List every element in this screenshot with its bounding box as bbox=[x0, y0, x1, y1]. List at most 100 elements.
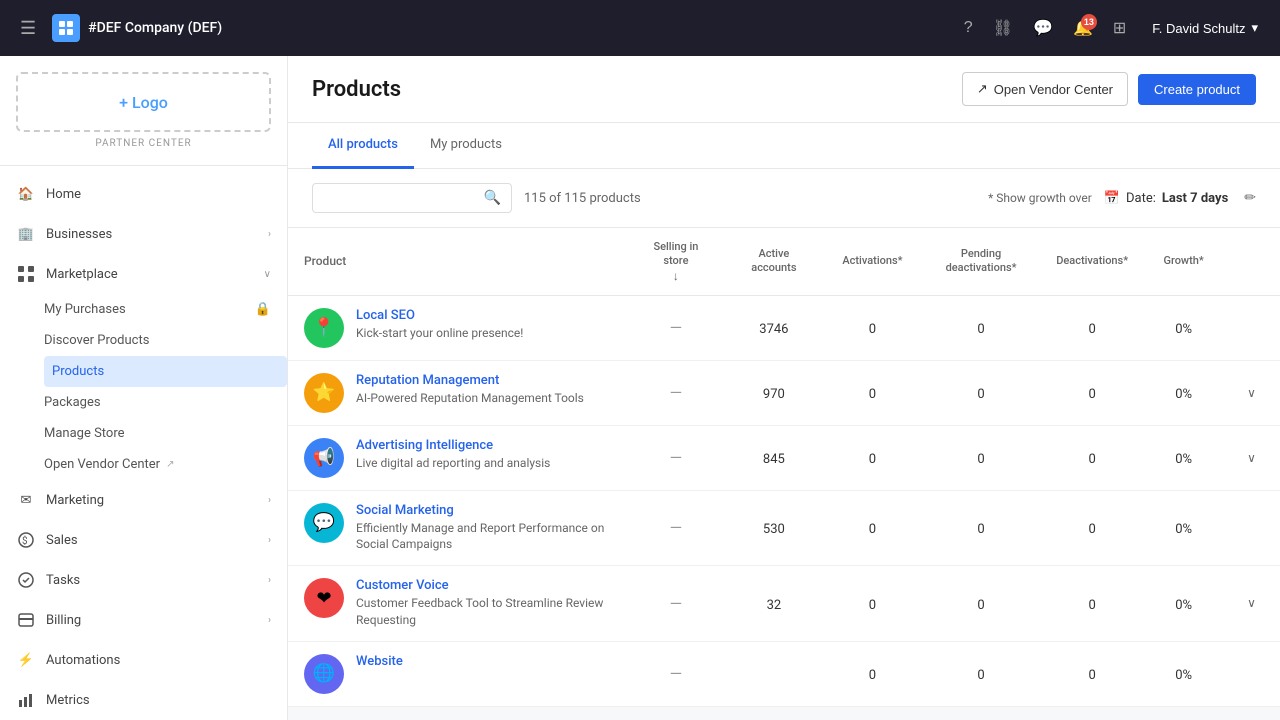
deactivations-local-seo: 0 bbox=[1040, 295, 1144, 360]
marketing-chevron-icon: › bbox=[268, 495, 271, 506]
create-product-button[interactable]: Create product bbox=[1138, 74, 1256, 105]
help-button[interactable]: ? bbox=[956, 11, 981, 45]
products-count: 115 of 115 products bbox=[524, 191, 976, 206]
sales-icon: $ bbox=[16, 530, 36, 550]
activations-advertising-intelligence: 0 bbox=[823, 425, 922, 490]
search-input[interactable] bbox=[323, 191, 484, 206]
packages-label: Packages bbox=[44, 395, 101, 410]
main-layout: + Logo PARTNER CENTER 🏠 Home 🏢 Businesse… bbox=[0, 56, 1280, 720]
product-cell-reputation-management: ⭐ Reputation Management AI-Powered Reput… bbox=[288, 360, 627, 425]
product-name-reputation-management[interactable]: Reputation Management bbox=[356, 373, 584, 388]
manage-store-label: Manage Store bbox=[44, 426, 125, 441]
active-accounts-customer-voice: 32 bbox=[725, 566, 823, 642]
tab-all-products-label: All products bbox=[328, 137, 398, 152]
deactivations-reputation-management: 0 bbox=[1040, 360, 1144, 425]
product-cell-website: 🌐 Website bbox=[288, 641, 627, 706]
table-row: 🌐 Website — 0 0 0 0% bbox=[288, 641, 1280, 706]
sidebar-item-metrics[interactable]: Metrics bbox=[0, 680, 287, 720]
products-toolbar: 🔍 115 of 115 products * Show growth over… bbox=[288, 169, 1280, 228]
sidebar-sub-item-products[interactable]: Products bbox=[44, 356, 287, 387]
product-name-customer-voice[interactable]: Customer Voice bbox=[356, 578, 611, 593]
table-row: ❤ Customer Voice Customer Feedback Tool … bbox=[288, 566, 1280, 642]
nav-icons: ? ⛓ 💬 🔔 13 ⊞ bbox=[956, 10, 1134, 46]
user-menu-button[interactable]: F. David Schultz ▾ bbox=[1142, 14, 1268, 42]
sidebar-sub-item-manage-store[interactable]: Manage Store bbox=[44, 418, 287, 449]
col-growth: Growth* bbox=[1144, 228, 1223, 295]
sidebar-item-marketing-label: Marketing bbox=[46, 493, 104, 508]
notification-badge: 13 bbox=[1081, 14, 1097, 30]
sidebar-item-automations[interactable]: ⚡ Automations bbox=[0, 640, 287, 680]
selling-in-store-website: — bbox=[627, 641, 725, 706]
product-icon-social-marketing: 💬 bbox=[304, 503, 344, 543]
tab-all-products[interactable]: All products bbox=[312, 123, 414, 169]
table-body: 📍 Local SEO Kick-start your online prese… bbox=[288, 295, 1280, 706]
lock-icon: 🔒 bbox=[255, 302, 271, 317]
partner-center-label: PARTNER CENTER bbox=[16, 138, 271, 149]
expand-button-customer-voice[interactable]: ∨ bbox=[1239, 592, 1264, 614]
sidebar-item-tasks[interactable]: Tasks › bbox=[0, 560, 287, 600]
sidebar-item-businesses-label: Businesses bbox=[46, 227, 112, 242]
active-accounts-local-seo: 3746 bbox=[725, 295, 823, 360]
notification-button[interactable]: 🔔 13 bbox=[1065, 10, 1101, 46]
col-selling-in-store[interactable]: Selling in store ↓ bbox=[627, 228, 725, 295]
activations-local-seo: 0 bbox=[823, 295, 922, 360]
product-icon-website: 🌐 bbox=[304, 654, 344, 694]
open-vendor-center-button[interactable]: ↗ Open Vendor Center bbox=[962, 72, 1128, 106]
selling-in-store-customer-voice: — bbox=[627, 566, 725, 642]
pending-deactivations-social-marketing: 0 bbox=[922, 490, 1040, 566]
open-vendor-center-button-label: Open Vendor Center bbox=[994, 82, 1113, 97]
sidebar: + Logo PARTNER CENTER 🏠 Home 🏢 Businesse… bbox=[0, 56, 288, 720]
active-accounts-advertising-intelligence: 845 bbox=[725, 425, 823, 490]
date-filter[interactable]: 📅 Date: Last 7 days bbox=[1104, 191, 1228, 206]
product-name-website[interactable]: Website bbox=[356, 654, 403, 669]
date-filter-label: Date: bbox=[1126, 191, 1156, 206]
link-icon: ⛓ bbox=[993, 20, 1013, 37]
active-accounts-social-marketing: 530 bbox=[725, 490, 823, 566]
hamburger-button[interactable]: ☰ bbox=[12, 10, 44, 47]
sidebar-item-sales[interactable]: $ Sales › bbox=[0, 520, 287, 560]
tasks-chevron-icon: › bbox=[268, 575, 271, 586]
expand-button-reputation-management[interactable]: ∨ bbox=[1239, 382, 1264, 404]
chat-button[interactable]: 💬 bbox=[1025, 10, 1061, 46]
products-label: Products bbox=[52, 364, 104, 379]
sidebar-sub-item-open-vendor-center[interactable]: Open Vendor Center ↗ bbox=[44, 449, 287, 480]
help-icon: ? bbox=[964, 19, 973, 36]
apps-button[interactable]: ⊞ bbox=[1105, 10, 1134, 46]
product-name-local-seo[interactable]: Local SEO bbox=[356, 308, 523, 323]
sidebar-item-billing-label: Billing bbox=[46, 613, 81, 628]
sidebar-item-marketing[interactable]: ✉ Marketing › bbox=[0, 480, 287, 520]
tab-my-products[interactable]: My products bbox=[414, 123, 518, 169]
product-icon-advertising-intelligence: 📢 bbox=[304, 438, 344, 478]
sidebar-sub-item-packages[interactable]: Packages bbox=[44, 387, 287, 418]
sidebar-item-marketplace[interactable]: Marketplace ∨ bbox=[0, 254, 287, 294]
sidebar-sub-item-discover-products[interactable]: Discover Products bbox=[44, 325, 287, 356]
sidebar-item-businesses[interactable]: 🏢 Businesses › bbox=[0, 214, 287, 254]
edit-icon[interactable]: ✏ bbox=[1244, 190, 1256, 206]
expand-button-advertising-intelligence[interactable]: ∨ bbox=[1239, 447, 1264, 469]
product-desc-local-seo: Kick-start your online presence! bbox=[356, 325, 523, 342]
sidebar-item-billing[interactable]: Billing › bbox=[0, 600, 287, 640]
product-icon-local-seo: 📍 bbox=[304, 308, 344, 348]
table-row: ⭐ Reputation Management AI-Powered Reput… bbox=[288, 360, 1280, 425]
sidebar-sub-item-my-purchases[interactable]: My Purchases 🔒 bbox=[44, 294, 287, 325]
sidebar-item-home[interactable]: 🏠 Home bbox=[0, 174, 287, 214]
product-name-social-marketing[interactable]: Social Marketing bbox=[356, 503, 611, 518]
content-header: Products ↗ Open Vendor Center Create pro… bbox=[288, 56, 1280, 123]
calendar-icon: 📅 bbox=[1104, 191, 1120, 206]
products-table: Product Selling in store ↓ Active accoun… bbox=[288, 228, 1280, 707]
col-activations: Activations* bbox=[823, 228, 922, 295]
link-button[interactable]: ⛓ bbox=[985, 10, 1021, 46]
tasks-icon bbox=[16, 570, 36, 590]
expand-cell-customer-voice: ∨ bbox=[1223, 566, 1280, 642]
sidebar-item-tasks-label: Tasks bbox=[46, 573, 80, 588]
pending-deactivations-customer-voice: 0 bbox=[922, 566, 1040, 642]
external-window-icon: ↗ bbox=[977, 81, 988, 97]
search-box[interactable]: 🔍 bbox=[312, 183, 512, 213]
logo-button[interactable]: + Logo bbox=[16, 72, 271, 132]
product-name-advertising-intelligence[interactable]: Advertising Intelligence bbox=[356, 438, 550, 453]
my-purchases-label: My Purchases bbox=[44, 302, 126, 317]
logo-label: + Logo bbox=[119, 93, 168, 112]
page-title: Products bbox=[312, 77, 962, 102]
growth-advertising-intelligence: 0% bbox=[1144, 425, 1223, 490]
pending-deactivations-website: 0 bbox=[922, 641, 1040, 706]
